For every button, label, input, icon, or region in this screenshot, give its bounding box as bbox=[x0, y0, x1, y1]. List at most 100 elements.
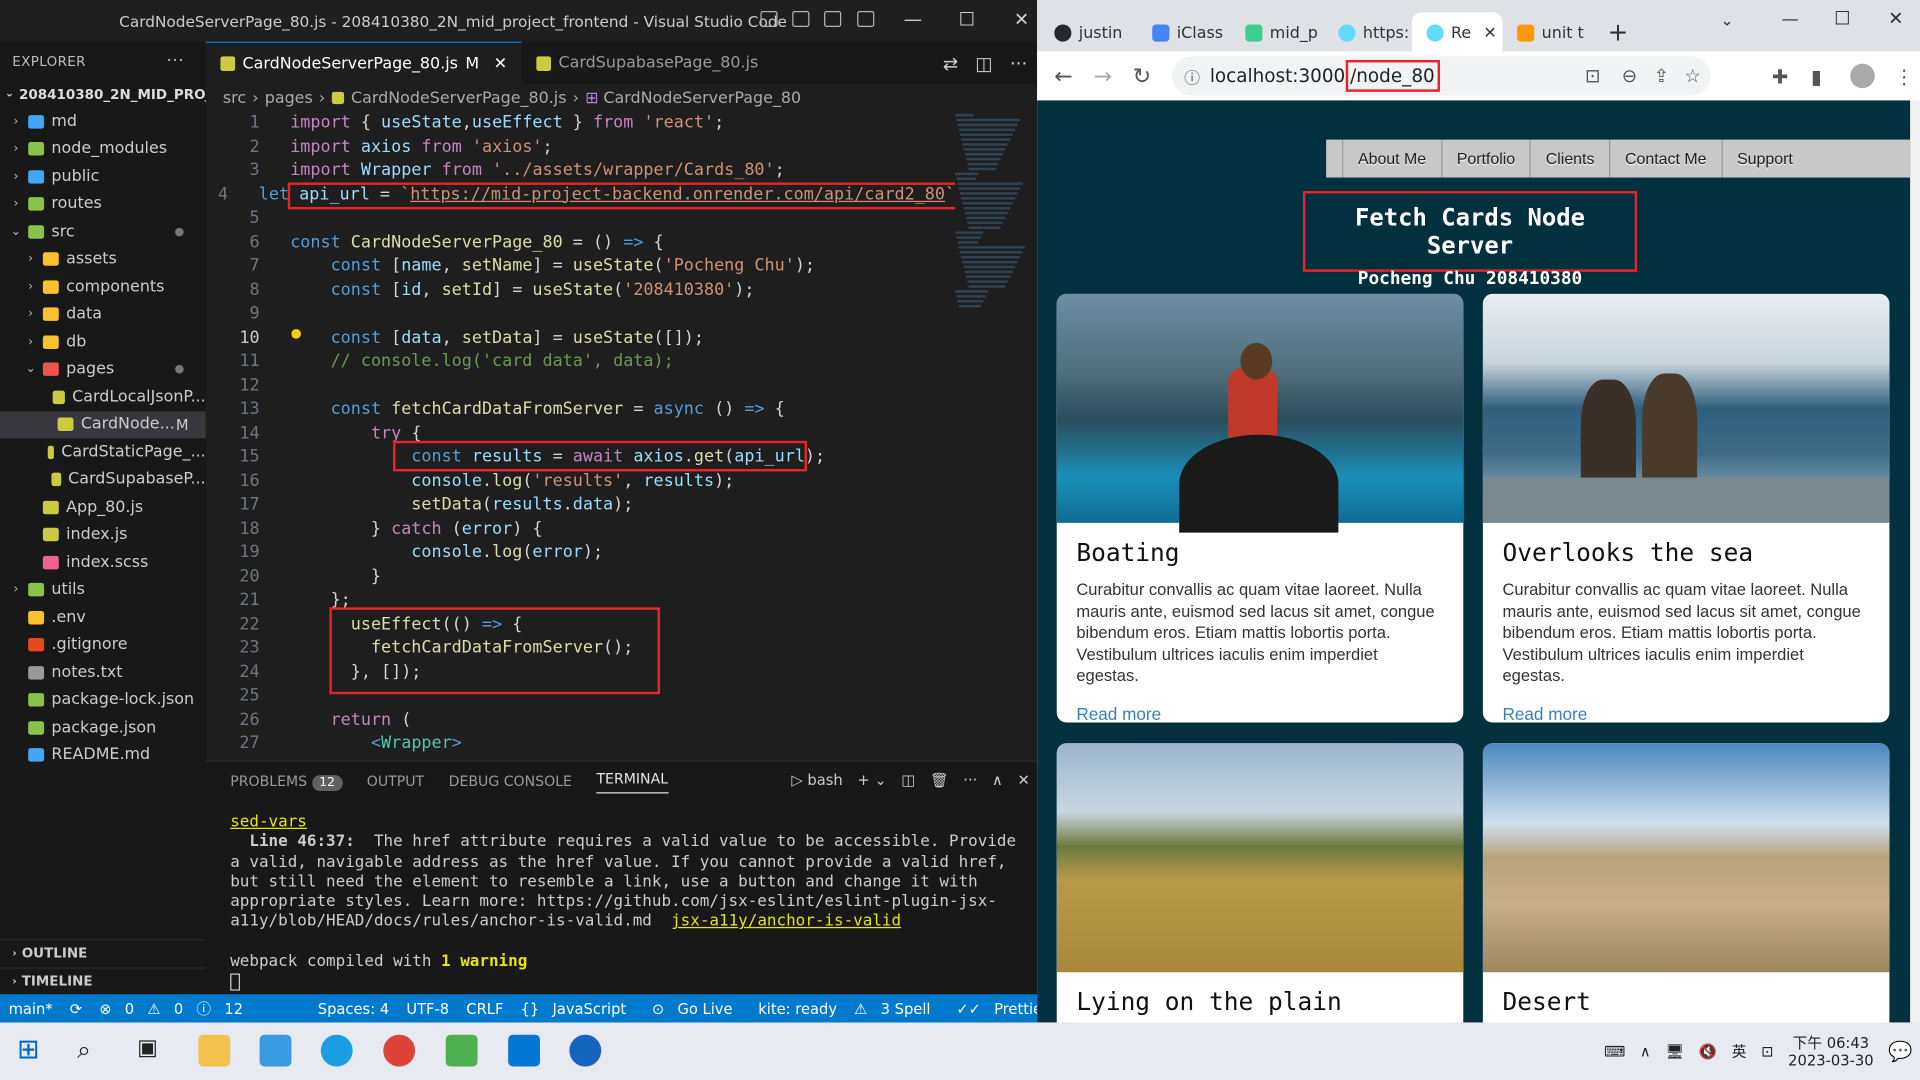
read-more-link[interactable]: Read more bbox=[1483, 686, 1890, 722]
new-terminal-icon[interactable]: + ⌄ bbox=[857, 771, 886, 788]
compare-icon[interactable]: ⇄ bbox=[943, 52, 958, 74]
toggle-sidebar-icon[interactable] bbox=[760, 11, 778, 27]
close-panel-icon[interactable]: ✕ bbox=[1017, 771, 1029, 788]
breadcrumb-item[interactable]: pages bbox=[265, 89, 313, 107]
terminal-shell-selector[interactable]: ▷ bash bbox=[791, 771, 842, 788]
nav-portfolio[interactable]: Portfolio bbox=[1442, 139, 1532, 178]
tab-terminal[interactable]: TERMINAL bbox=[596, 770, 669, 793]
maximize-icon[interactable]: ☐ bbox=[1834, 7, 1850, 29]
tree-item[interactable]: .env bbox=[0, 604, 206, 632]
spell-indicator[interactable]: ⚠ 3 Spell bbox=[846, 1000, 948, 1017]
notification-center-icon[interactable]: 💬 bbox=[1888, 1040, 1912, 1063]
nav-contact-me[interactable]: Contact Me bbox=[1610, 139, 1723, 178]
tree-item[interactable]: › md bbox=[0, 108, 206, 136]
maximize-panel-icon[interactable]: ∧ bbox=[992, 771, 1003, 788]
tree-item[interactable]: CardNode... M bbox=[0, 410, 206, 439]
forward-icon[interactable]: → bbox=[1093, 63, 1111, 89]
read-more-link[interactable]: Read more bbox=[1057, 686, 1464, 722]
tab-search-icon[interactable]: ⌄ bbox=[1720, 12, 1733, 30]
volume-icon[interactable]: 🔇 bbox=[1699, 1043, 1717, 1060]
timeline-section[interactable]: › TIMELINE bbox=[0, 967, 206, 994]
nav-clients[interactable]: Clients bbox=[1531, 139, 1611, 178]
vscode-icon[interactable] bbox=[508, 1034, 541, 1067]
minimize-icon[interactable]: — bbox=[904, 9, 922, 31]
browser-tab-active[interactable]: Re ✕ bbox=[1411, 12, 1503, 54]
tree-item[interactable]: index.scss bbox=[0, 549, 206, 577]
ime-indicator[interactable]: 英 bbox=[1732, 1041, 1747, 1062]
trash-icon[interactable]: 🗑 bbox=[930, 771, 949, 788]
browser-tab[interactable]: justin bbox=[1040, 12, 1138, 54]
tree-item[interactable]: › db bbox=[0, 328, 206, 356]
tree-item[interactable]: › utils bbox=[0, 576, 206, 604]
terminal-output[interactable]: sed-vars Line 46:37: The href attribute … bbox=[206, 801, 1037, 993]
breadcrumb-item[interactable]: CardNodeServerPage_80 bbox=[603, 89, 801, 107]
tree-item[interactable]: CardSupabaseP... bbox=[0, 466, 206, 494]
encoding-indicator[interactable]: UTF-8 bbox=[398, 1000, 458, 1017]
nav-about-me[interactable]: About Me bbox=[1343, 139, 1443, 178]
windows-start-icon[interactable]: ⊞ bbox=[17, 1035, 49, 1067]
new-tab-icon[interactable]: + bbox=[1608, 17, 1629, 46]
toggle-panel-icon[interactable] bbox=[792, 11, 810, 27]
breadcrumb-item[interactable]: src bbox=[223, 89, 246, 107]
tree-item[interactable]: App_80.js bbox=[0, 493, 206, 521]
go-live-button[interactable]: ⊙ Go Live bbox=[643, 1000, 749, 1017]
clock[interactable]: 下午 06:43 2023-03-30 bbox=[1788, 1034, 1873, 1068]
tree-item[interactable]: › node_modules bbox=[0, 135, 206, 163]
browser-tab[interactable]: iClass bbox=[1138, 12, 1231, 54]
language-indicator[interactable]: {} JavaScript bbox=[512, 1000, 643, 1017]
minimap[interactable] bbox=[955, 111, 1029, 761]
nav-support[interactable]: Support bbox=[1722, 140, 1807, 178]
problems-indicator[interactable]: ⊗ 0 ⚠ 0 ⓘ 12 bbox=[91, 998, 261, 1019]
reload-icon[interactable]: ↻ bbox=[1133, 63, 1151, 89]
tab-cardnodeserverpage[interactable]: CardNodeServerPage_80.js M ✕ bbox=[205, 41, 522, 85]
tree-item[interactable]: › components bbox=[0, 273, 206, 301]
sync-icon[interactable]: ⟳ bbox=[61, 1000, 90, 1017]
browser-tab[interactable]: https: bbox=[1324, 12, 1412, 54]
tree-item[interactable]: › assets bbox=[0, 246, 206, 274]
tab-debug-console[interactable]: DEBUG CONSOLE bbox=[449, 773, 572, 790]
tree-item[interactable]: .gitignore bbox=[0, 631, 206, 659]
tab-cardsupabasepage[interactable]: CardSupabasePage_80.js bbox=[522, 42, 773, 85]
close-tab-icon[interactable]: ✕ bbox=[494, 54, 507, 72]
kite-status[interactable]: kite: ready bbox=[750, 1000, 846, 1017]
split-editor-icon[interactable]: ◫ bbox=[975, 52, 992, 74]
app-icon[interactable] bbox=[445, 1034, 478, 1067]
bookmark-star-icon[interactable]: ☆ bbox=[1684, 65, 1700, 87]
profile-avatar[interactable] bbox=[1850, 63, 1875, 89]
tree-item[interactable]: package-lock.json bbox=[0, 686, 206, 714]
show-hidden-icons[interactable]: ∧ bbox=[1640, 1043, 1651, 1060]
back-icon[interactable]: ← bbox=[1054, 63, 1072, 89]
app-icon[interactable] bbox=[569, 1034, 602, 1067]
file-explorer-icon[interactable] bbox=[198, 1034, 231, 1067]
close-window-icon[interactable]: ✕ bbox=[1014, 9, 1029, 31]
outline-section[interactable]: › OUTLINE bbox=[0, 939, 206, 966]
network-icon[interactable]: 🖥 bbox=[1665, 1043, 1684, 1060]
page-scrollbar[interactable] bbox=[1910, 100, 1920, 1023]
tree-item[interactable]: README.md bbox=[0, 741, 206, 769]
close-window-icon[interactable]: ✕ bbox=[1888, 7, 1903, 29]
tab-output[interactable]: OUTPUT bbox=[367, 773, 424, 790]
tree-item[interactable]: CardStaticPage_... bbox=[0, 438, 206, 466]
extensions-icon[interactable]: ✚ bbox=[1772, 64, 1788, 87]
more-actions-icon[interactable]: ··· bbox=[167, 51, 184, 71]
eol-indicator[interactable]: CRLF bbox=[458, 1000, 512, 1017]
translate-icon[interactable]: ⊡ bbox=[1585, 65, 1600, 87]
minimize-icon[interactable]: — bbox=[1782, 10, 1799, 30]
project-root[interactable]: ⌄208410380_2N_MID_PROJE... bbox=[0, 81, 206, 108]
breadcrumb-item[interactable]: CardNodeServerPage_80.js bbox=[351, 89, 567, 107]
ime-mode-icon[interactable]: ⊡ bbox=[1761, 1043, 1773, 1060]
browser-tab[interactable]: mid_p bbox=[1231, 12, 1324, 54]
indentation-indicator[interactable]: Spaces: 4 bbox=[309, 1000, 398, 1017]
tree-item[interactable]: › data bbox=[0, 301, 206, 329]
tree-item[interactable]: notes.txt bbox=[0, 659, 206, 687]
split-terminal-icon[interactable]: ◫ bbox=[901, 771, 915, 788]
maximize-icon[interactable]: ☐ bbox=[959, 9, 975, 31]
tree-item[interactable]: › public bbox=[0, 163, 206, 191]
tab-problems[interactable]: PROBLEMS 12 bbox=[230, 772, 343, 791]
more-actions-icon[interactable]: ··· bbox=[963, 771, 977, 788]
tree-item[interactable]: CardLocalJsonP... bbox=[0, 383, 206, 411]
url-bar[interactable]: ⓘ localhost:3000/node_80 ⊡ ⊖ ⇪ ☆ bbox=[1171, 56, 1711, 96]
browser-tab[interactable]: unit t bbox=[1502, 12, 1593, 54]
more-actions-icon[interactable]: ··· bbox=[1010, 52, 1028, 74]
tree-item[interactable]: ⌄ src bbox=[0, 218, 206, 246]
